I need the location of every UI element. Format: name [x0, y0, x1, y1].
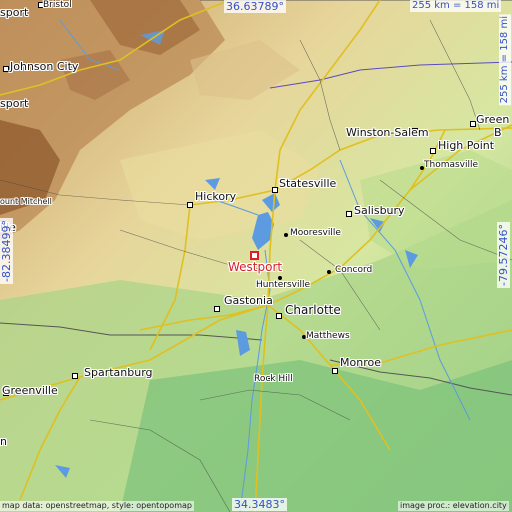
place-label-monroe: Monroe [340, 356, 381, 369]
place-label-matthews: Matthews [306, 331, 350, 341]
hickory-marker [187, 202, 193, 208]
place-label-thomasville: Thomasville [424, 160, 479, 170]
place-label-mount-mitchell: ount Mitchell [0, 197, 52, 206]
gastonia-marker [214, 306, 220, 312]
place-label-sport: sport [0, 6, 29, 19]
coord-top: 36.63789° [224, 0, 286, 13]
scale-vertical: 255 km = 158 mi [499, 14, 511, 106]
place-label-greensboro: Green [476, 113, 510, 126]
place-label-hickory: Hickory [195, 190, 237, 203]
place-label-mooresville: Mooresville [290, 228, 341, 238]
monroe-marker [332, 368, 338, 374]
place-label-greenville: Greenville [2, 384, 58, 397]
johnson-city-marker [3, 66, 9, 72]
place-label-huntersville: Huntersville [256, 280, 310, 290]
place-label-charlotte: Charlotte [285, 303, 341, 317]
attribution-image-proc: image proc.: elevation.city [398, 501, 509, 511]
place-label-rock-hill: Rock Hill [254, 374, 293, 384]
charlotte-marker [276, 313, 282, 319]
place-label-spartanburg: Spartanburg [84, 366, 153, 379]
place-label-winston-salem: Winston-Salem [346, 126, 429, 139]
salisbury-marker [346, 211, 352, 217]
scale-horizontal: 255 km = 158 mi [410, 0, 502, 12]
place-label-gastonia: Gastonia [224, 294, 273, 307]
attribution-map-data: map data: openstreetmap, style: opentopo… [0, 501, 194, 511]
westport-marker[interactable] [250, 251, 259, 260]
coord-left: -82.38499° [0, 218, 13, 284]
mooresville-marker [284, 233, 288, 237]
highlight-label-westport[interactable]: Westport [228, 261, 282, 273]
map-view[interactable]: Bristol sport Johnson City sport ount Mi… [0, 0, 512, 512]
place-label-n: n [0, 435, 7, 448]
place-label-concord: Concord [335, 265, 373, 275]
place-label-johnson-city: Johnson City [10, 60, 79, 73]
coord-right: -79.57246° [497, 222, 510, 288]
high-point-marker [430, 148, 436, 154]
place-label-salisbury: Salisbury [354, 204, 405, 217]
place-label-sport-2: sport [0, 97, 29, 110]
place-label-high-point: High Point [438, 139, 495, 152]
place-label-bristol: Bristol [43, 0, 72, 10]
place-label-statesville: Statesville [279, 177, 337, 190]
statesville-marker [272, 187, 278, 193]
concord-marker [327, 270, 331, 274]
spartanburg-marker [72, 373, 78, 379]
place-label-b: B [494, 126, 502, 139]
coord-bottom: 34.3483° [232, 498, 287, 511]
